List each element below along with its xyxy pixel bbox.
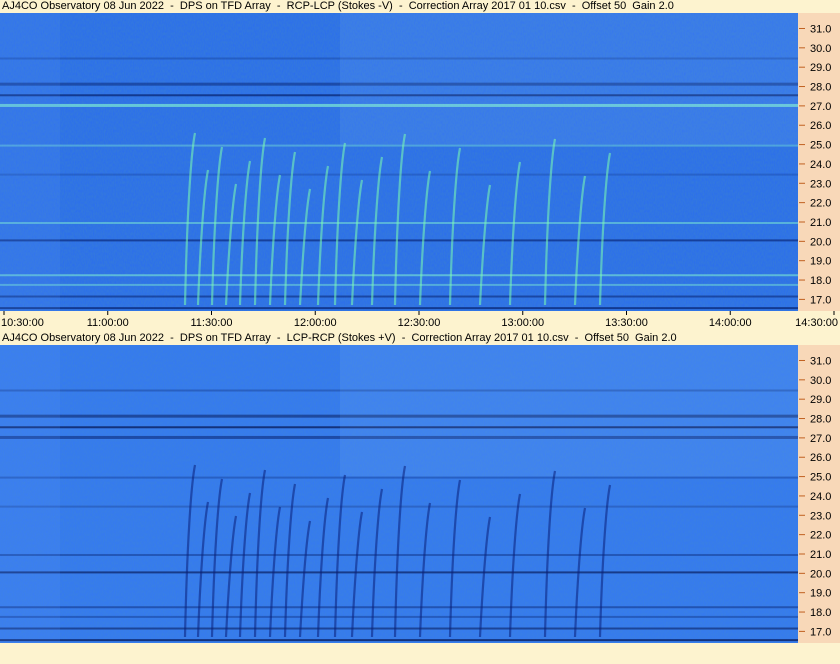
time-tick-label: 11:00:00 [87, 317, 129, 329]
freq-tick-label: 30.0 [810, 43, 831, 55]
freq-tick-label: 18.0 [810, 275, 831, 287]
freq-tick-label: 29.0 [810, 394, 831, 406]
rfi-band [0, 295, 798, 298]
freq-tick-label: 24.0 [810, 491, 831, 503]
panel-top-title: AJ4CO Observatory 08 Jun 2022 - DPS on T… [2, 0, 674, 12]
freq-tick-label: 28.0 [810, 414, 831, 426]
rfi-band [0, 239, 798, 242]
freq-tick-label: 20.0 [810, 568, 831, 580]
rfi-band [0, 615, 798, 618]
spectrogram-top: 31.0 30.0 29.0 28.0 27.0 26.0 25.0 24.0 23.0 22.0… [0, 13, 840, 311]
time-tick-label: 14:30:00 [795, 317, 838, 329]
freq-tick-label: 25.0 [810, 472, 831, 484]
time-tick-label: 12:00:00 [294, 317, 337, 329]
rfi-band [0, 307, 798, 310]
time-tick-label: 13:00:00 [501, 317, 544, 329]
rfi-band [0, 221, 798, 224]
rfi-band [0, 505, 798, 508]
freq-tick-label: 21.0 [810, 217, 831, 229]
rfi-band [0, 553, 798, 556]
freq-tick-label: 30.0 [810, 375, 831, 387]
rfi-band [0, 283, 798, 286]
time-tick-label: 10:30:00 [1, 317, 44, 329]
rfi-band [0, 274, 798, 277]
freq-tick-label: 27.0 [810, 101, 831, 113]
time-tick-label: 11:30:00 [190, 317, 232, 329]
freq-tick-label: 23.0 [810, 510, 831, 522]
freq-tick-label: 31.0 [810, 355, 831, 367]
rfi-band [0, 173, 798, 176]
panel-bottom-title: AJ4CO Observatory 08 Jun 2022 - DPS on T… [2, 332, 677, 344]
freq-tick-label: 23.0 [810, 178, 831, 190]
freq-tick-label: 18.0 [810, 607, 831, 619]
time-tick-label: 12:30:00 [398, 317, 441, 329]
rfi-band [0, 627, 798, 630]
freq-tick-label: 17.0 [810, 626, 831, 638]
rfi-band [0, 571, 798, 574]
freq-tick-label: 26.0 [810, 120, 831, 132]
time-tick-label: 14:00:00 [709, 317, 752, 329]
freq-tick-label: 19.0 [810, 588, 831, 600]
freq-tick-label: 24.0 [810, 159, 831, 171]
freq-tick-label: 21.0 [810, 549, 831, 561]
freq-tick-label: 27.0 [810, 433, 831, 445]
rfi-band [0, 639, 798, 642]
freq-tick-label: 22.0 [810, 198, 831, 210]
freq-tick-label: 20.0 [810, 236, 831, 248]
time-tick-label: 13:30:00 [605, 317, 648, 329]
freq-tick-label: 28.0 [810, 82, 831, 94]
rfi-band [0, 144, 798, 147]
rfi-band [0, 606, 798, 609]
time-axis: 10:30:00 11:00:00 11:30:00 12:00:00 12:30:00… [0, 311, 840, 332]
freq-tick-label: 26.0 [810, 452, 831, 464]
freq-tick-label: 25.0 [810, 140, 831, 152]
freq-tick-label: 22.0 [810, 530, 831, 542]
freq-tick-label: 19.0 [810, 256, 831, 268]
freq-tick-label: 29.0 [810, 62, 831, 74]
freq-tick-label: 17.0 [810, 294, 831, 306]
freq-tick-label: 31.0 [810, 23, 831, 35]
rfi-band [0, 476, 798, 479]
spectrogram-bottom: 31.0 30.0 29.0 28.0 27.0 26.0 25.0 24.0 23.0 22.0… [0, 345, 840, 643]
